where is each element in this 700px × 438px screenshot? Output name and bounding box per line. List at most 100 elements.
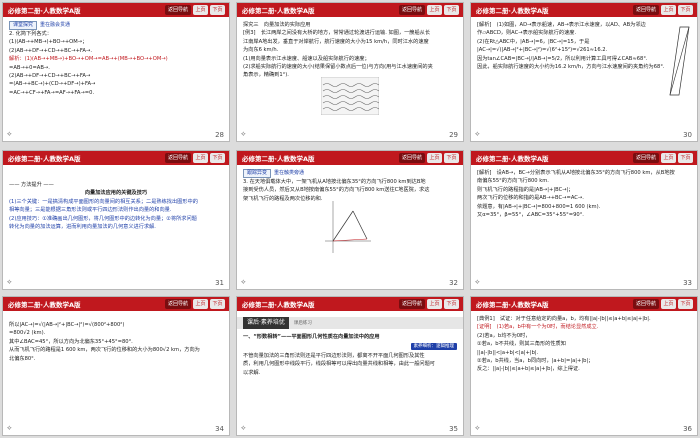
next-page-button[interactable]: 下页 <box>444 299 459 309</box>
text-line: 其中∠BAC=45°，所以方向为北偏东35°+45°=80°. <box>9 338 133 345</box>
slide-header: 必修第二册·人教数学A版 返回导航 上页 下页 <box>471 3 697 17</box>
slide-grid: 必修第二册·人教数学A版 返回导航 上页 下页 课堂探究 重在融会贯通 2. 化简下列各… <box>0 0 700 438</box>
text-line: 解析：(1)(AB→+MB→)+BO→+OM→=AB→+(MB→+BO→+OM→… <box>9 56 168 63</box>
slide-transition-icon: ⟡ <box>475 130 480 138</box>
next-page-button[interactable]: 下页 <box>444 153 459 163</box>
text-line: (1)用向量表示江水速度、船速以及船实际航行的速度； <box>243 55 370 62</box>
text-line: 北偏东80°. <box>9 355 36 362</box>
slide-body: [典例1] 试证：对于任意给定的向量a，b，均有||a|-|b||≤|a+b|≤… <box>477 315 691 423</box>
text-line: =800√2 (km). <box>9 330 46 337</box>
parallelogram-figure <box>669 26 690 96</box>
home-nav-button[interactable]: 返回导航 <box>399 153 425 163</box>
page-number: 32 <box>449 279 458 287</box>
home-nav-button[interactable]: 返回导航 <box>165 153 191 163</box>
next-page-button[interactable]: 下页 <box>210 299 225 309</box>
text-line: (2)AB→+DF→+CD→+BC→+FA→. <box>9 47 92 54</box>
text-line: [例3] 长江两岸之间没有大桥的地方，常常通过轮渡进行运输. 如图，一艘船从长 <box>243 30 431 37</box>
home-nav-button[interactable]: 返回导航 <box>165 5 191 15</box>
text-line: [典例1] 试证：对于任意给定的向量a，b，均有||a|-|b||≤|a+b|≤… <box>477 316 651 322</box>
method-title: 向量加法应用的关键及技巧 <box>84 190 148 197</box>
prev-page-button[interactable]: 上页 <box>427 153 442 163</box>
slide-thumbnail[interactable]: 必修第二册·人教数学A版 返回导航 上页 下页 —— 方法提升 —— 向量加法应用的关… <box>2 150 230 290</box>
slide-transition-icon: ⟡ <box>7 278 12 286</box>
text-line: |AC→|=√(|AB→|²+|BC→|²)=√(6²+15²)=√261≈16… <box>477 47 608 54</box>
page-number: 34 <box>215 425 224 433</box>
prev-page-button[interactable]: 上页 <box>193 153 208 163</box>
text-line: ②若a，b共线，当a，b同向时，|a+b|=|a|+|b|； <box>477 358 594 365</box>
home-nav-button[interactable]: 返回导航 <box>633 299 659 309</box>
next-page-button[interactable]: 下页 <box>678 299 693 309</box>
slide-thumbnail[interactable]: 必修第二册·人教数学A版 返回导航 上页 下页 [典例1] 试证：对于任意给定的向量a… <box>470 296 698 436</box>
slide-thumbnail[interactable]: 必修第二册·人教数学A版 返回导航 上页 下页 跟踪异变 重在触类旁通 3. 在天地俱载… <box>236 150 464 290</box>
slide-thumbnail[interactable]: 必修第二册·人教数学A版 返回导航 上页 下页 [解析] (1)如图，AD→表示船速，… <box>470 2 698 142</box>
text-line: (2)求船实际航行的速度的大小(结果保留小数点后一位)与方向(用与江水速度间的夹 <box>243 64 433 71</box>
text-line: 探究三 向量加法的实际应用 <box>243 22 311 28</box>
home-nav-button[interactable]: 返回导航 <box>633 153 659 163</box>
slide-body: [解析] (1)如图，AD→表示船速，AB→表示江水速度，以AD、AB为邻边 作… <box>477 21 667 129</box>
slide-header: 必修第二册·人教数学A版 返回导航 上页 下页 <box>3 151 229 165</box>
slide-header: 必修第二册·人教数学A版 返回导航 上页 下页 <box>471 151 697 165</box>
slide-header: 必修第二册·人教数学A版 返回导航 上页 下页 <box>3 297 229 311</box>
home-nav-button[interactable]: 返回导航 <box>165 299 191 309</box>
next-page-button[interactable]: 下页 <box>210 153 225 163</box>
text-line: 2. 化简下列各式： <box>9 31 52 37</box>
home-nav-button[interactable]: 返回导航 <box>633 5 659 15</box>
slide-body: —— 方法提升 —— 向量加法应用的关键及技巧 (1)三个关键：一是搞清构成平面… <box>9 181 223 277</box>
slide-thumbnail[interactable]: 必修第二册·人教数学A版 返回导航 上页 下页 探究三 向量加法的实际应用 [例3] … <box>236 2 464 142</box>
slide-transition-icon: ⟡ <box>241 130 246 138</box>
text-line: 南偏东55°的方向飞行800 km. <box>477 178 549 185</box>
slide-thumbnail[interactable]: 必修第二册·人教数学A版 返回导航 上页 下页 所以|AC→|=√(|AB→|²+|B… <box>2 296 230 436</box>
next-page-button[interactable]: 下页 <box>678 153 693 163</box>
prev-page-button[interactable]: 上页 <box>427 5 442 15</box>
method-heading: —— 方法提升 —— <box>9 182 54 188</box>
book-title: 必修第二册·人教数学A版 <box>242 155 315 163</box>
section-tag: 课堂探究 <box>9 21 38 30</box>
text-line: 为向东6 km/h. <box>243 47 279 54</box>
text-line: 作▱ABCD，则AC→表示船实际航行的速度. <box>477 30 577 37</box>
book-title: 必修第二册·人教数学A版 <box>476 7 549 15</box>
slide-transition-icon: ⟡ <box>241 424 246 432</box>
slide-thumbnail[interactable]: 必修第二册·人教数学A版 返回导航 上页 下页 [解析] 设AB→，BC→分别表示飞机… <box>470 150 698 290</box>
river-figure <box>321 77 379 115</box>
slide-thumbnail[interactable]: 必修第二册·人教数学A版 返回导航 上页 下页 课堂探究 重在融会贯通 2. 化简下列各… <box>2 2 230 142</box>
page-number: 36 <box>683 425 692 433</box>
text-line: [解析] 设AB→，BC→分别表示飞机从A地按北偏东35°的方向飞行800 km… <box>477 170 675 176</box>
book-title: 必修第二册·人教数学A版 <box>476 155 549 163</box>
text-line: 转化为向量的加法运算，进而利用向量加法的几何意义进行求解. <box>9 224 156 231</box>
section-bar-label: 课后·素养培优 <box>243 317 289 329</box>
text-line: 3. 在天地俱载体大中，一架飞机从A地按北偏东35°的方向飞行800 km到达B… <box>243 179 426 185</box>
book-title: 必修第二册·人教数学A版 <box>242 7 315 15</box>
text-line: 质，利用几何图形中线段平行，线段相等可以得出向量共线和相等，由此一般问题可 <box>243 361 435 368</box>
page-number: 33 <box>683 279 692 287</box>
text-line: (2)AB→+DF→+CD→+BC→+FA→ <box>9 73 91 80</box>
text-line: ①若a，b不共线，则其三角形的性质知 <box>477 341 566 348</box>
home-nav-button[interactable]: 返回导航 <box>399 299 425 309</box>
prev-page-button[interactable]: 上页 <box>193 5 208 15</box>
page-number: 28 <box>215 131 224 139</box>
home-nav-button[interactable]: 返回导航 <box>399 5 425 15</box>
prev-page-button[interactable]: 上页 <box>661 153 676 163</box>
text-line: 两次飞行的位移的和指的是AB→+BC→=AC→. <box>477 195 584 202</box>
text-line: =(AB→+BC→)+(CD→+DF→)+FA→ <box>9 81 96 88</box>
slide-thumbnail[interactable]: 必修第二册·人教数学A版 返回导航 上页 下页 课后·素养培优 课后练习 一、“形数相… <box>236 296 464 436</box>
slide-body: 课后·素养培优 课后练习 一、“形数相转”——平面图形几何性质在向量加法中的应用… <box>237 315 463 423</box>
slide-body: [解析] 设AB→，BC→分别表示飞机从A地按北偏东35°的方向飞行800 km… <box>477 169 691 277</box>
slide-transition-icon: ⟡ <box>475 278 480 286</box>
slide-body: 课堂探究 重在融会贯通 2. 化简下列各式： (1)(AB→+MB→)+BO→+O… <box>9 21 223 129</box>
slide-header: 必修第二册·人教数学A版 返回导航 上页 下页 <box>3 3 229 17</box>
prev-page-button[interactable]: 上页 <box>427 299 442 309</box>
text-line: 不管向量加法的三角形法则还是平行四边形法则，都离不开平面几何图形及其性 <box>243 352 425 359</box>
prev-page-button[interactable]: 上页 <box>661 299 676 309</box>
text-line: [解析] (1)如图，AD→表示船速，AB→表示江水速度，以AD、AB为邻边 <box>477 22 646 28</box>
text-line: 因为tan∠CAB=|BC→|/|AB→|=5/2，所以利用计算工具可得∠CAB… <box>477 55 648 62</box>
text-line: 从而飞机飞行的路程是1 600 km，两次飞行的位移和的大小为800√2 km，… <box>9 347 200 354</box>
prev-page-button[interactable]: 上页 <box>661 5 676 15</box>
page-number: 31 <box>215 279 224 287</box>
next-page-button[interactable]: 下页 <box>210 5 225 15</box>
next-page-button[interactable]: 下页 <box>678 5 693 15</box>
page-number: 35 <box>449 425 458 433</box>
prev-page-button[interactable]: 上页 <box>193 299 208 309</box>
slide-header: 必修第二册·人教数学A版 返回导航 上页 下页 <box>237 3 463 17</box>
next-page-button[interactable]: 下页 <box>444 5 459 15</box>
text-line: ||a|-|b||<|a+b|<|a|+|b|. <box>477 349 539 356</box>
